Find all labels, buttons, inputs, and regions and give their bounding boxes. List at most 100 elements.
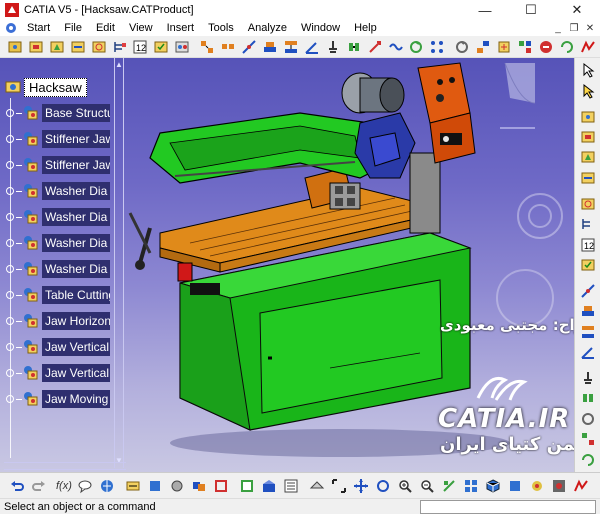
multi-view-icon[interactable] [462, 477, 480, 495]
reorder-icon[interactable] [579, 216, 597, 232]
tree-item[interactable]: Washer Dia [4, 258, 110, 280]
tree-item[interactable]: Jaw Moving [4, 388, 110, 410]
new-part-icon[interactable] [48, 38, 66, 56]
snap-icon[interactable] [474, 38, 492, 56]
constraint-offset-icon[interactable] [579, 323, 597, 339]
menu-start[interactable]: Start [20, 20, 57, 36]
fit-all-icon[interactable] [330, 477, 348, 495]
select-icon[interactable] [579, 62, 597, 78]
tree-expander[interactable] [6, 187, 14, 195]
tree-item[interactable]: Washer Dia [4, 206, 110, 228]
tree-expander[interactable] [6, 395, 14, 403]
tree-item[interactable]: Jaw Vertical [4, 336, 110, 358]
measure-inertia-icon[interactable] [168, 477, 186, 495]
menu-edit[interactable]: Edit [89, 20, 122, 36]
select-mode-icon[interactable] [579, 82, 597, 99]
tree-root-node[interactable]: Hacksaw [4, 76, 87, 98]
menu-window[interactable]: Window [294, 20, 347, 36]
tree-item-label[interactable]: Washer Dia [42, 234, 110, 252]
replace-component-icon[interactable] [90, 38, 108, 56]
tree-item-label[interactable]: Washer Dia [42, 208, 110, 226]
coincidence-constraint-icon[interactable] [240, 38, 258, 56]
tree-item[interactable]: Table Cutting [4, 284, 110, 306]
tree-item[interactable]: Stiffener Jaw [4, 128, 110, 150]
angle-constraint-icon[interactable] [303, 38, 321, 56]
clash-icon[interactable] [190, 477, 208, 495]
new-product-icon[interactable] [27, 38, 45, 56]
doc-close-button[interactable]: ✕ [582, 20, 598, 36]
iso-view-icon[interactable] [484, 477, 502, 495]
insert-new-product-icon[interactable] [579, 129, 597, 145]
constraint-angle-icon[interactable] [579, 344, 597, 360]
minimize-button[interactable]: — [462, 0, 508, 20]
numbering-icon[interactable]: 12 [579, 236, 597, 252]
selective-load-icon[interactable] [152, 38, 170, 56]
tree-item-label[interactable]: Jaw Horizontal [42, 312, 110, 330]
tree-expander[interactable] [6, 265, 14, 273]
command-input[interactable] [420, 500, 596, 514]
maximize-button[interactable]: ☐ [508, 0, 554, 20]
quick-constraint-icon[interactable] [366, 38, 384, 56]
tree-item[interactable]: Jaw Vertical [4, 362, 110, 384]
tree-item-label[interactable]: Base Structure [42, 104, 110, 122]
doc-restore-button[interactable]: ❐ [566, 20, 582, 36]
update-all-icon[interactable] [579, 451, 597, 467]
insert-new-component-icon[interactable] [579, 108, 597, 124]
replace-icon[interactable] [579, 195, 597, 211]
manipulate-icon[interactable] [579, 411, 597, 427]
tree-root-label[interactable]: Hacksaw [24, 77, 87, 97]
bom-icon[interactable] [282, 477, 300, 495]
close-button[interactable]: ✕ [554, 0, 600, 20]
existing-component-icon[interactable] [69, 38, 87, 56]
fix-component-icon[interactable] [324, 38, 342, 56]
menu-file[interactable]: File [57, 20, 89, 36]
constraint-coincidence-icon[interactable] [579, 283, 597, 299]
sectioning-icon[interactable] [212, 477, 230, 495]
tree-item-label[interactable]: Table Cutting [42, 286, 110, 304]
multi-instantiation-icon[interactable] [198, 38, 216, 56]
explode-icon[interactable] [516, 38, 534, 56]
fast-multi-instantiation-icon[interactable] [219, 38, 237, 56]
tree-item[interactable]: Washer Dia [4, 232, 110, 254]
document-icon[interactable] [4, 21, 18, 35]
tree-item-label[interactable]: Washer Dia [42, 260, 110, 278]
rotate-icon[interactable] [374, 477, 392, 495]
fix-together-icon[interactable] [345, 38, 363, 56]
comment-icon[interactable] [76, 477, 94, 495]
catalog-browser-icon[interactable] [238, 477, 256, 495]
explode-view-icon[interactable] [579, 431, 597, 447]
scene-icon[interactable] [260, 477, 278, 495]
tree-expander[interactable] [6, 161, 14, 169]
tree-expander[interactable] [6, 135, 14, 143]
doc-minimize-button[interactable]: _ [550, 20, 566, 36]
tree-expander[interactable] [6, 291, 14, 299]
hide-show-icon[interactable] [528, 477, 546, 495]
tree-expander[interactable] [6, 213, 14, 221]
scroll-up-arrow[interactable]: ▲ [114, 60, 124, 70]
pan-icon[interactable] [352, 477, 370, 495]
tree-expander[interactable] [6, 109, 14, 117]
tree-item[interactable]: Washer Dia [4, 180, 110, 202]
tree-item-label[interactable]: Jaw Vertical [42, 338, 110, 356]
change-constraint-icon[interactable] [408, 38, 426, 56]
manage-representations-icon[interactable] [173, 38, 191, 56]
tree-item-label[interactable]: Stiffener Jaw [42, 130, 110, 148]
hyperlink-icon[interactable] [98, 477, 116, 495]
tree-item-label[interactable]: Stiffener Jaw [42, 156, 110, 174]
tree-item[interactable]: Stiffener Jaw [4, 154, 110, 176]
zoom-out-icon[interactable] [418, 477, 436, 495]
fix-icon[interactable] [579, 370, 597, 386]
tree-item[interactable]: Base Structure [4, 102, 110, 124]
fix-together-icon[interactable] [579, 390, 597, 406]
formula-button[interactable]: f(x) [56, 480, 72, 492]
tree-item-label[interactable]: Jaw Moving [42, 390, 110, 408]
tree-item-label[interactable]: Washer Dia [42, 182, 110, 200]
zoom-in-icon[interactable] [396, 477, 414, 495]
graph-tree-reorder-icon[interactable] [111, 38, 129, 56]
shading-icon[interactable] [506, 477, 524, 495]
update-icon[interactable] [558, 38, 576, 56]
stop-manipulate-on-clash-icon[interactable] [537, 38, 555, 56]
fly-mode-icon[interactable] [308, 477, 326, 495]
insert-existing-component-icon[interactable] [579, 170, 597, 186]
tree-expander[interactable] [6, 369, 14, 377]
